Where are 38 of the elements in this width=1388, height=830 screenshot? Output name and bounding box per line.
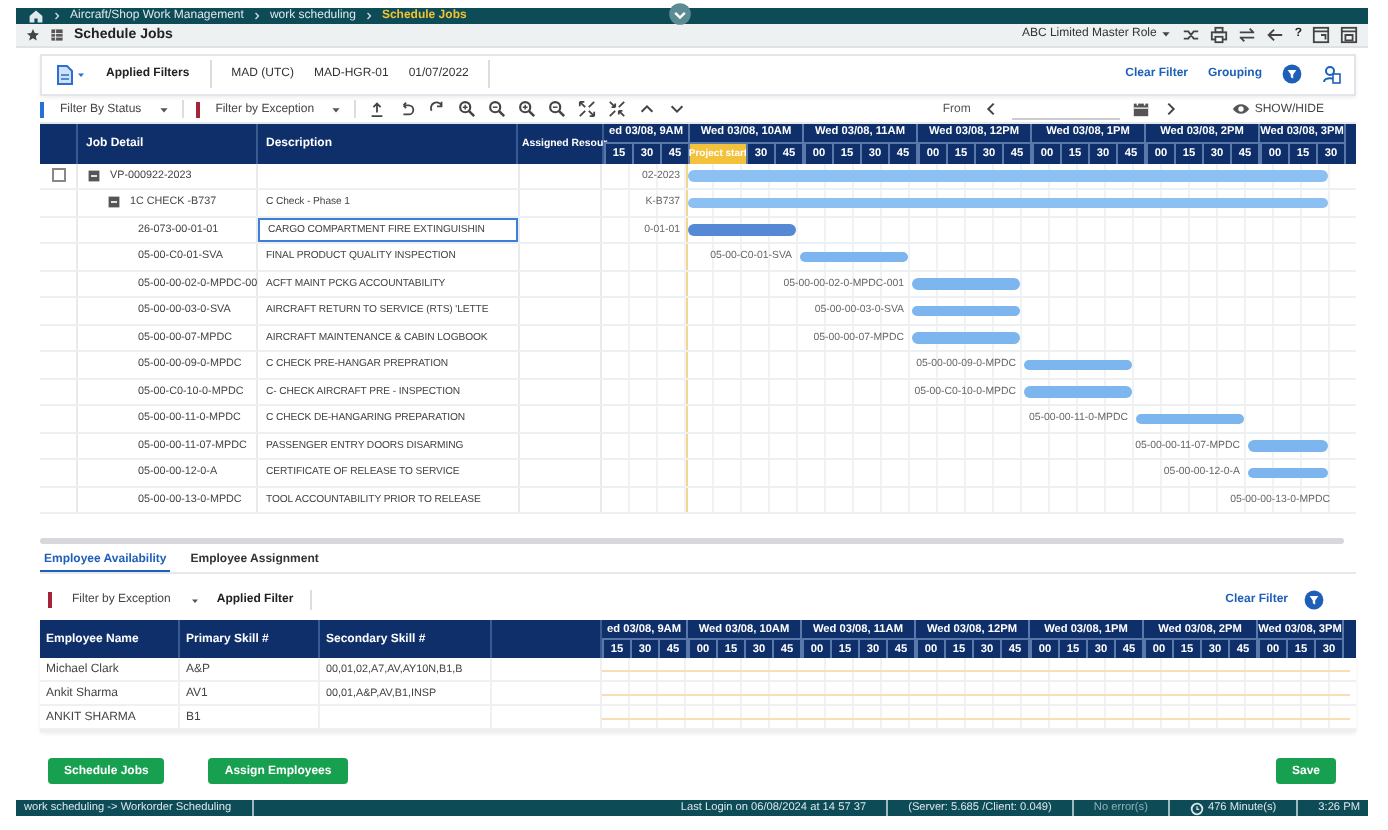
home-icon[interactable] (28, 8, 44, 25)
chevron-icon (52, 10, 62, 23)
calendar-icon[interactable] (1132, 100, 1151, 118)
window-icon[interactable] (1340, 25, 1358, 44)
caret-icon[interactable] (157, 103, 170, 115)
zoom-in-icon[interactable] (518, 100, 537, 118)
upload-icon[interactable] (368, 100, 387, 118)
caret-icon[interactable] (76, 69, 86, 79)
collapse-icon[interactable] (608, 100, 627, 118)
user-document-icon[interactable] (1322, 64, 1342, 84)
grid-icon[interactable] (50, 27, 64, 42)
caret-icon[interactable] (330, 103, 343, 115)
document-icon[interactable] (54, 63, 74, 85)
shuffle-icon[interactable] (1182, 25, 1201, 44)
back-arrow-icon[interactable] (1266, 25, 1285, 44)
expand-icon[interactable] (578, 100, 597, 118)
window-icon[interactable] (1312, 25, 1330, 44)
filter-icon[interactable] (1304, 590, 1324, 610)
collapse-icon[interactable] (108, 196, 120, 209)
chevron-down-icon[interactable] (668, 100, 687, 118)
row-checkbox[interactable] (51, 168, 65, 183)
star-icon[interactable] (26, 27, 40, 42)
clock-icon (1189, 801, 1204, 815)
eye-icon[interactable] (1232, 100, 1251, 118)
undo-icon[interactable] (398, 100, 417, 118)
next-icon[interactable] (1162, 100, 1181, 118)
zoom-out-icon[interactable] (548, 100, 567, 118)
caret-icon[interactable] (190, 595, 201, 605)
print-icon[interactable] (1210, 25, 1229, 44)
chevron-icon (251, 10, 262, 23)
chevron-up-icon[interactable] (638, 100, 657, 118)
toggle-icon[interactable] (668, 2, 692, 26)
swap-icon[interactable] (1238, 25, 1257, 44)
collapse-icon[interactable] (88, 169, 100, 182)
zoom-in-icon[interactable] (458, 100, 477, 118)
zoom-out-icon[interactable] (488, 100, 507, 118)
chevron-icon (363, 10, 374, 23)
filter-icon[interactable] (1282, 64, 1302, 84)
